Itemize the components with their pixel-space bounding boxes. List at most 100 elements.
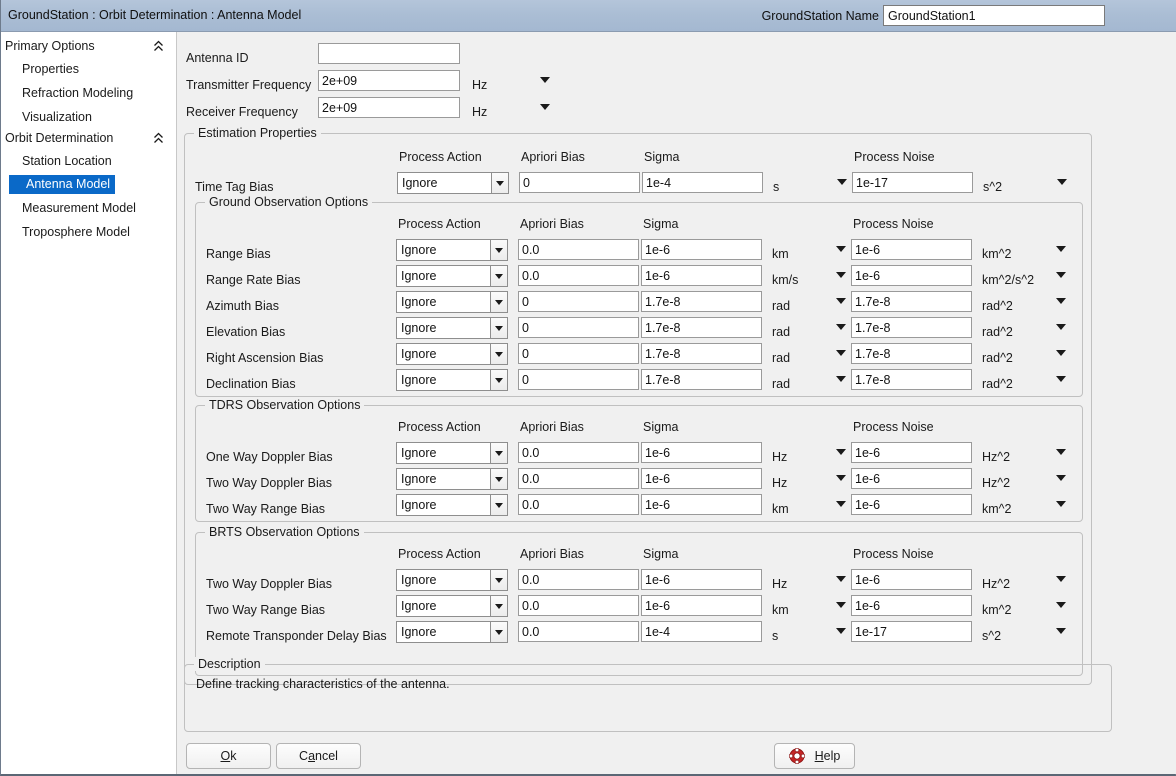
range-bias-process-action-combo[interactable]: Ignore (396, 239, 508, 261)
range-rate-bias-sigma-input[interactable] (641, 265, 762, 286)
tdrs-two-way-range-bias-apriori-input[interactable] (518, 494, 639, 515)
chevron-down-icon[interactable] (490, 344, 507, 364)
tdrs-two-way-doppler-bias-noise-input[interactable] (851, 468, 972, 489)
chevron-down-icon[interactable] (490, 469, 507, 489)
brts-remote-transponder-delay-bias-noise-unit-dropdown-icon[interactable] (1056, 628, 1066, 634)
elevation-bias-noise-unit-dropdown-icon[interactable] (1056, 324, 1066, 330)
brts-two-way-doppler-bias-process-action-combo[interactable]: Ignore (396, 569, 508, 591)
range-rate-bias-process-action-combo[interactable]: Ignore (396, 265, 508, 287)
brts-two-way-range-bias-noise-input[interactable] (851, 595, 972, 616)
chevron-down-icon[interactable] (490, 266, 507, 286)
brts-two-way-range-bias-sigma-input[interactable] (641, 595, 762, 616)
range-bias-sigma-input[interactable] (641, 239, 762, 260)
tdrs-one-way-doppler-bias-noise-input[interactable] (851, 442, 972, 463)
chevron-down-icon[interactable] (490, 622, 507, 642)
elevation-bias-sigma-unit-dropdown-icon[interactable] (836, 324, 846, 330)
cancel-button[interactable]: Cancel (276, 743, 361, 769)
chevron-down-icon[interactable] (490, 292, 507, 312)
range-rate-bias-noise-unit-dropdown-icon[interactable] (1056, 272, 1066, 278)
sidebar-item-measurement-model[interactable]: Measurement Model (5, 199, 136, 218)
brts-remote-transponder-delay-bias-process-action-combo[interactable]: Ignore (396, 621, 508, 643)
help-button[interactable]: Help (774, 743, 855, 769)
chevron-down-icon[interactable] (490, 570, 507, 590)
sidebar-group-primary-options[interactable]: Primary Options (5, 39, 173, 58)
range-rate-bias-apriori-input[interactable] (518, 265, 639, 286)
declination-bias-sigma-unit-dropdown-icon[interactable] (836, 376, 846, 382)
azimuth-bias-sigma-input[interactable] (641, 291, 762, 312)
brts-two-way-doppler-bias-noise-unit-dropdown-icon[interactable] (1056, 576, 1066, 582)
brts-remote-transponder-delay-bias-noise-input[interactable] (851, 621, 972, 642)
brts-remote-transponder-delay-bias-sigma-unit-dropdown-icon[interactable] (836, 628, 846, 634)
tdrs-two-way-doppler-bias-sigma-input[interactable] (641, 468, 762, 489)
tdrs-two-way-range-bias-noise-unit-dropdown-icon[interactable] (1056, 501, 1066, 507)
tdrs-two-way-range-bias-sigma-input[interactable] (641, 494, 762, 515)
range-rate-bias-sigma-unit-dropdown-icon[interactable] (836, 272, 846, 278)
time-tag-bias-apriori-input[interactable] (519, 172, 640, 193)
tdrs-one-way-doppler-bias-process-action-combo[interactable]: Ignore (396, 442, 508, 464)
azimuth-bias-sigma-unit-dropdown-icon[interactable] (836, 298, 846, 304)
transmitter-frequency-unit-dropdown-icon[interactable] (540, 77, 550, 83)
declination-bias-noise-unit-dropdown-icon[interactable] (1056, 376, 1066, 382)
receiver-frequency-input[interactable] (318, 97, 460, 118)
brts-two-way-doppler-bias-noise-input[interactable] (851, 569, 972, 590)
chevron-down-icon[interactable] (490, 370, 507, 390)
chevron-down-icon[interactable] (491, 173, 508, 193)
antenna-id-input[interactable] (318, 43, 460, 64)
chevron-down-icon[interactable] (490, 240, 507, 260)
elevation-bias-apriori-input[interactable] (518, 317, 639, 338)
azimuth-bias-noise-input[interactable] (851, 291, 972, 312)
right-ascension-bias-noise-unit-dropdown-icon[interactable] (1056, 350, 1066, 356)
time-tag-bias-sigma-input[interactable] (642, 172, 763, 193)
right-ascension-bias-noise-input[interactable] (851, 343, 972, 364)
brts-remote-transponder-delay-bias-apriori-input[interactable] (518, 621, 639, 642)
right-ascension-bias-process-action-combo[interactable]: Ignore (396, 343, 508, 365)
right-ascension-bias-sigma-unit-dropdown-icon[interactable] (836, 350, 846, 356)
tdrs-two-way-doppler-bias-process-action-combo[interactable]: Ignore (396, 468, 508, 490)
elevation-bias-process-action-combo[interactable]: Ignore (396, 317, 508, 339)
tdrs-two-way-range-bias-sigma-unit-dropdown-icon[interactable] (836, 501, 846, 507)
time-tag-bias-noise-input[interactable] (852, 172, 973, 193)
sidebar-item-antenna-model[interactable]: Antenna Model (9, 175, 116, 194)
brts-two-way-range-bias-process-action-combo[interactable]: Ignore (396, 595, 508, 617)
range-bias-apriori-input[interactable] (518, 239, 639, 260)
chevron-down-icon[interactable] (490, 443, 507, 463)
tdrs-one-way-doppler-bias-sigma-input[interactable] (641, 442, 762, 463)
elevation-bias-sigma-input[interactable] (641, 317, 762, 338)
brts-remote-transponder-delay-bias-sigma-input[interactable] (641, 621, 762, 642)
chevron-double-up-icon[interactable] (153, 40, 164, 53)
azimuth-bias-apriori-input[interactable] (518, 291, 639, 312)
declination-bias-noise-input[interactable] (851, 369, 972, 390)
range-bias-noise-input[interactable] (851, 239, 972, 260)
declination-bias-apriori-input[interactable] (518, 369, 639, 390)
brts-two-way-range-bias-apriori-input[interactable] (518, 595, 639, 616)
range-bias-sigma-unit-dropdown-icon[interactable] (836, 246, 846, 252)
brts-two-way-range-bias-sigma-unit-dropdown-icon[interactable] (836, 602, 846, 608)
time-tag-bias-sigma-unit-dropdown-icon[interactable] (837, 179, 847, 185)
ok-button[interactable]: Ok (186, 743, 271, 769)
sidebar-group-orbit-determination[interactable]: Orbit Determination (5, 131, 173, 150)
sidebar-item-troposphere-model[interactable]: Troposphere Model (5, 223, 130, 242)
brts-two-way-range-bias-noise-unit-dropdown-icon[interactable] (1056, 602, 1066, 608)
tdrs-two-way-range-bias-process-action-combo[interactable]: Ignore (396, 494, 508, 516)
range-rate-bias-noise-input[interactable] (851, 265, 972, 286)
tdrs-two-way-doppler-bias-noise-unit-dropdown-icon[interactable] (1056, 475, 1066, 481)
sidebar-item-properties[interactable]: Properties (5, 60, 79, 79)
tdrs-two-way-range-bias-noise-input[interactable] (851, 494, 972, 515)
declination-bias-sigma-input[interactable] (641, 369, 762, 390)
sidebar-item-refraction-modeling[interactable]: Refraction Modeling (5, 84, 133, 103)
tdrs-one-way-doppler-bias-noise-unit-dropdown-icon[interactable] (1056, 449, 1066, 455)
brts-two-way-doppler-bias-sigma-unit-dropdown-icon[interactable] (836, 576, 846, 582)
groundstation-name-input[interactable] (883, 5, 1105, 26)
receiver-frequency-unit-dropdown-icon[interactable] (540, 104, 550, 110)
azimuth-bias-noise-unit-dropdown-icon[interactable] (1056, 298, 1066, 304)
time-tag-bias-noise-unit-dropdown-icon[interactable] (1057, 179, 1067, 185)
right-ascension-bias-apriori-input[interactable] (518, 343, 639, 364)
azimuth-bias-process-action-combo[interactable]: Ignore (396, 291, 508, 313)
chevron-down-icon[interactable] (490, 318, 507, 338)
range-bias-noise-unit-dropdown-icon[interactable] (1056, 246, 1066, 252)
chevron-down-icon[interactable] (490, 596, 507, 616)
brts-two-way-doppler-bias-sigma-input[interactable] (641, 569, 762, 590)
transmitter-frequency-input[interactable] (318, 70, 460, 91)
tdrs-one-way-doppler-bias-sigma-unit-dropdown-icon[interactable] (836, 449, 846, 455)
chevron-down-icon[interactable] (490, 495, 507, 515)
